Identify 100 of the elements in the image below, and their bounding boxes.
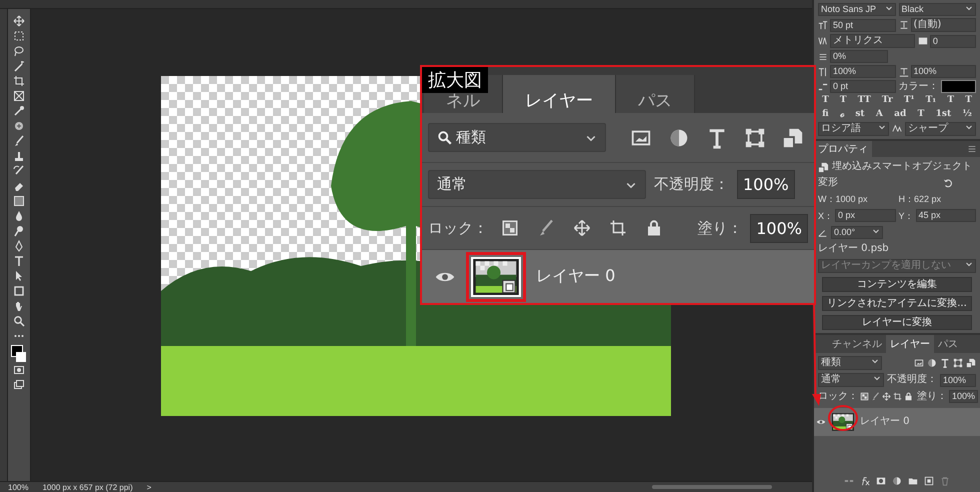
panel-tab[interactable]: レイヤー <box>886 335 934 353</box>
vertical-scale-icon[interactable] <box>818 66 828 76</box>
rectangle-tool-icon[interactable] <box>13 285 25 297</box>
action-button[interactable]: コンテンツを編集 <box>822 277 972 292</box>
type-tool-icon[interactable] <box>13 255 25 267</box>
status-arrow[interactable]: > <box>146 482 152 492</box>
new-layer-icon[interactable] <box>924 476 934 486</box>
antialias-icon[interactable] <box>892 124 902 134</box>
tracking-icon[interactable] <box>918 36 928 46</box>
fill-field[interactable]: 100% <box>750 214 808 242</box>
type-style-button[interactable]: T¹ <box>902 95 916 105</box>
zoom-tool-icon[interactable] <box>13 315 25 327</box>
opentype-button[interactable]: ad <box>892 108 908 118</box>
drop-icon[interactable] <box>13 210 25 222</box>
type-filter-icon[interactable] <box>940 358 950 368</box>
blend-mode-dropdown[interactable]: 通常 <box>428 170 646 199</box>
move-lock-icon[interactable] <box>573 219 591 237</box>
search-icon[interactable] <box>437 130 452 145</box>
antialias-dropdown[interactable]: シャープ <box>905 122 976 136</box>
artboard-lock-icon[interactable] <box>893 392 902 401</box>
opentype-button[interactable]: fi <box>820 108 831 118</box>
horizontal-scale-icon[interactable] <box>898 66 908 76</box>
horizontal-scale-field[interactable]: 100% <box>910 65 976 78</box>
healing-brush-icon[interactable] <box>13 120 25 132</box>
opentype-button[interactable]: st <box>853 108 867 118</box>
properties-tab[interactable]: プロパティ <box>814 141 872 157</box>
screen-mode-icon[interactable] <box>13 379 25 391</box>
color-swatches-icon[interactable] <box>11 345 27 361</box>
tsume-icon[interactable] <box>818 52 828 62</box>
marquee-tool-icon[interactable] <box>13 30 25 42</box>
color-swatch[interactable] <box>940 80 976 93</box>
brush-tool-icon[interactable] <box>13 135 25 147</box>
leading-icon[interactable] <box>898 20 908 30</box>
eye-icon[interactable] <box>816 417 826 427</box>
type-style-button[interactable]: T <box>838 95 849 105</box>
lock-icon[interactable] <box>645 219 663 237</box>
filter-dropdown[interactable]: 種類 <box>428 123 606 152</box>
lasso-tool-icon[interactable] <box>13 45 25 57</box>
angle-field[interactable]: 0.00° <box>831 226 883 239</box>
smart-object-filter-icon[interactable] <box>966 358 976 368</box>
opentype-button[interactable]: A <box>874 108 885 118</box>
panel-menu-icon[interactable] <box>967 144 977 154</box>
blend-mode-dropdown[interactable]: 通常 <box>818 373 884 387</box>
mask-icon[interactable] <box>876 476 886 486</box>
reset-icon[interactable] <box>943 178 953 188</box>
opentype-button[interactable]: ½ <box>960 108 974 118</box>
shape-filter-icon[interactable] <box>744 126 766 148</box>
history-brush-icon[interactable] <box>13 165 25 177</box>
brush-lock-icon[interactable] <box>537 219 555 237</box>
opentype-button[interactable]: 1st <box>934 108 954 118</box>
type-style-button[interactable]: Tr <box>880 95 895 105</box>
type-style-button[interactable]: T₁ <box>924 95 938 105</box>
adjustment-filter-icon[interactable] <box>927 358 937 368</box>
kerning-icon[interactable] <box>818 36 828 46</box>
panel-tab[interactable]: レイヤー <box>503 75 616 113</box>
move-tool-icon[interactable] <box>13 15 25 27</box>
shape-filter-icon[interactable] <box>953 358 963 368</box>
fill-field[interactable]: 100% <box>949 390 978 403</box>
brush-lock-icon[interactable] <box>871 392 880 401</box>
adjustment-icon[interactable] <box>892 476 902 486</box>
font-size-field[interactable]: 50 pt <box>830 18 896 32</box>
frame-tool-icon[interactable] <box>13 90 25 102</box>
pen-tool-icon[interactable] <box>13 240 25 252</box>
vertical-scale-field[interactable]: 100% <box>830 65 896 78</box>
panel-tab[interactable]: チャンネル <box>814 335 886 353</box>
opentype-button[interactable]: T <box>916 108 926 118</box>
font-size-icon[interactable] <box>818 20 828 30</box>
crop-tool-icon[interactable] <box>13 75 25 87</box>
quick-mask-icon[interactable] <box>13 364 25 376</box>
baseline-shift-icon[interactable] <box>818 82 828 92</box>
smart-object-filter-icon[interactable] <box>782 126 804 148</box>
cursor-arrow-icon[interactable] <box>13 270 25 282</box>
gradient-tool-icon[interactable] <box>13 195 25 207</box>
y-field[interactable]: 45 px <box>916 209 976 222</box>
tsume-field[interactable]: 0% <box>830 50 888 63</box>
language-dropdown[interactable]: ロシア語 <box>818 122 889 136</box>
kerning-field[interactable]: メトリクス <box>830 34 915 48</box>
layer-thumbnail[interactable] <box>473 258 519 294</box>
tracking-field[interactable]: 0 <box>930 34 976 48</box>
lock-icon[interactable] <box>904 392 913 401</box>
eyedropper-icon[interactable] <box>13 105 25 117</box>
opacity-field[interactable]: 100% <box>940 374 976 386</box>
layer-row[interactable]: レイヤー 0 <box>814 408 980 436</box>
filter-dropdown[interactable]: 種類 <box>818 356 882 370</box>
hand-tool-icon[interactable] <box>13 300 25 312</box>
opacity-field[interactable]: 100% <box>737 170 795 199</box>
type-style-button[interactable]: TT <box>856 95 873 105</box>
magic-wand-icon[interactable] <box>13 60 25 72</box>
x-field[interactable]: 0 px <box>835 209 896 222</box>
dodge-tool-icon[interactable] <box>13 225 25 237</box>
layer-name[interactable]: レイヤー 0 <box>860 416 910 428</box>
baseline-shift-field[interactable]: 0 pt <box>830 80 896 93</box>
type-style-button[interactable]: T <box>945 95 956 105</box>
layer-row[interactable]: レイヤー 0 <box>422 250 814 303</box>
leading-field[interactable]: (自動) <box>910 18 976 32</box>
image-filter-icon[interactable] <box>914 358 924 368</box>
action-button[interactable]: レイヤーに変換 <box>822 315 972 330</box>
checker-lock-icon[interactable] <box>860 392 869 401</box>
folder-icon[interactable] <box>908 476 918 486</box>
font-style-dropdown[interactable]: Black <box>898 3 976 16</box>
